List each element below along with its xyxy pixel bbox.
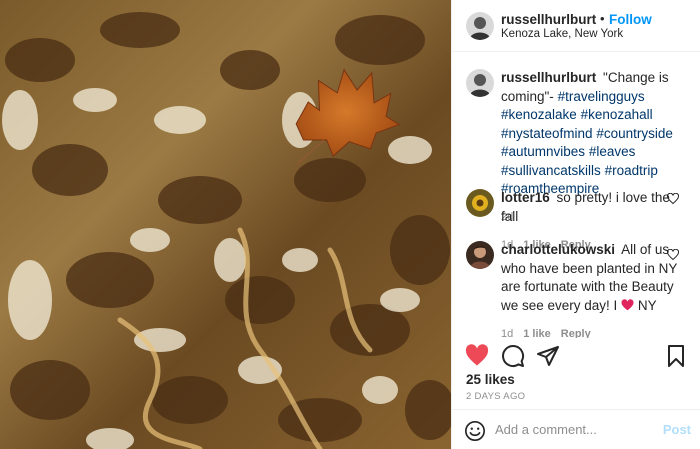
comment-likes[interactable]: 1 like [523, 325, 551, 338]
hashtag[interactable]: #leaves [589, 144, 636, 159]
like-comment-icon[interactable] [667, 249, 679, 261]
post-actions [452, 344, 700, 372]
avatar[interactable] [466, 12, 494, 40]
avatar[interactable] [466, 241, 494, 269]
hashtag[interactable]: #nystateofmind [501, 126, 593, 141]
emoji-smile-icon[interactable] [464, 420, 486, 442]
separator-dot: • [600, 11, 605, 26]
add-comment-row: Add a comment... Post [452, 409, 700, 449]
comments-list[interactable]: russellhurlburt "Change is coming"- #tra… [452, 53, 700, 338]
heart-emoji [621, 298, 634, 310]
bookmark-icon[interactable] [664, 344, 688, 368]
hashtag[interactable]: #roadtrip [605, 163, 658, 178]
instagram-post: russellhurlburt • Follow Kenoza Lake, Ne… [0, 0, 700, 449]
post-side-panel: russellhurlburt • Follow Kenoza Lake, Ne… [451, 0, 700, 449]
post-comment-button[interactable]: Post [663, 422, 691, 437]
hashtag[interactable]: #travelingguys [558, 89, 645, 104]
lake-ice-leaf-image [0, 0, 451, 449]
add-comment-input[interactable]: Add a comment... [495, 422, 597, 437]
heart-filled-icon[interactable] [465, 344, 489, 368]
header-username[interactable]: russellhurlburt [501, 12, 596, 27]
like-comment-icon[interactable] [667, 193, 679, 205]
likes-count[interactable]: 25 likes [466, 372, 515, 387]
hashtag[interactable]: #autumnvibes [501, 144, 585, 159]
comment-age: 1d [501, 328, 514, 338]
hashtag[interactable]: #kenozalake [501, 107, 577, 122]
share-icon[interactable] [536, 344, 560, 368]
comment-username[interactable]: lotter16 [501, 190, 550, 205]
comment-body: charlottelukowski All of us who have bee… [501, 241, 679, 338]
reply-button[interactable]: Reply [561, 325, 591, 338]
avatar[interactable] [466, 189, 494, 217]
follow-button[interactable]: Follow [609, 12, 652, 27]
post-photo[interactable] [0, 0, 451, 449]
comment-meta: 1d 1 like Reply [501, 325, 679, 338]
comment-text-after: NY [637, 297, 657, 313]
comment-icon[interactable] [501, 344, 525, 368]
hashtag[interactable]: #sullivancatskills [501, 163, 601, 178]
location-link[interactable]: Kenoza Lake, New York [501, 28, 623, 40]
comment-username[interactable]: charlottelukowski [501, 242, 615, 257]
avatar[interactable] [466, 69, 494, 97]
post-timestamp: 2 DAYS AGO [466, 391, 526, 402]
caption-username[interactable]: russellhurlburt [501, 70, 596, 85]
post-header: russellhurlburt • Follow Kenoza Lake, Ne… [452, 0, 700, 52]
hashtag[interactable]: #kenozahall [581, 107, 653, 122]
hashtag[interactable]: #countryside [596, 126, 673, 141]
